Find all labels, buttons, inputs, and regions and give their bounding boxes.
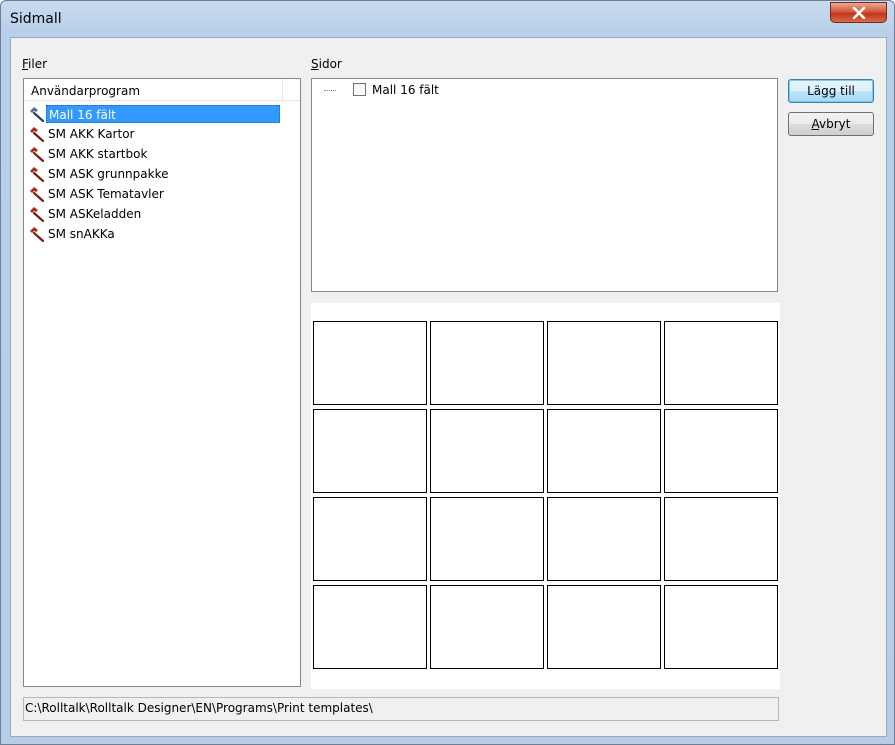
column-header-user-programs[interactable]: Användarprogram bbox=[24, 79, 283, 100]
list-item-label: SM ASKeladden bbox=[48, 207, 142, 221]
list-header: Användarprogram bbox=[24, 79, 300, 101]
hammer-icon bbox=[30, 107, 45, 122]
preview-cell bbox=[547, 321, 661, 405]
list-item[interactable]: SM ASKeladden bbox=[29, 205, 281, 223]
preview-cell bbox=[430, 585, 544, 669]
add-button[interactable]: Lägg till bbox=[788, 79, 874, 103]
list-item-label: SM ASK grunnpakke bbox=[48, 167, 169, 181]
preview-cell bbox=[313, 497, 427, 581]
preview-cell bbox=[547, 409, 661, 493]
page-checkbox[interactable] bbox=[353, 83, 366, 96]
dialog-window: Sidmall Filer Användarprogram Mall 16 fä… bbox=[0, 0, 895, 745]
hammer-icon bbox=[30, 167, 45, 182]
preview-cell bbox=[664, 497, 778, 581]
hammer-icon bbox=[30, 127, 45, 142]
dialog-body: Filer Användarprogram Mall 16 fält SM AKK… bbox=[10, 37, 887, 737]
preview-cell bbox=[664, 409, 778, 493]
list-item[interactable]: SM AKK startbok bbox=[29, 145, 281, 163]
preview-cell bbox=[313, 585, 427, 669]
list-item[interactable]: SM ASK Tematavler bbox=[29, 185, 281, 203]
list-item-label: SM ASK Tematavler bbox=[48, 187, 164, 201]
preview-cell bbox=[664, 321, 778, 405]
hammer-icon bbox=[30, 207, 45, 222]
list-item-label: SM AKK Kartor bbox=[48, 127, 135, 141]
list-item[interactable]: SM snAKKa bbox=[29, 225, 281, 243]
window-title: Sidmall bbox=[10, 11, 62, 27]
pages-tree[interactable]: Mall 16 fält bbox=[311, 78, 778, 292]
list-item[interactable]: SM ASK grunnpakke bbox=[29, 165, 281, 183]
tree-connector bbox=[324, 90, 336, 91]
list-item[interactable]: Mall 16 fält bbox=[29, 105, 281, 123]
pages-label: Sidor bbox=[311, 57, 342, 71]
preview-cell bbox=[430, 409, 544, 493]
cancel-button[interactable]: Avbryt bbox=[788, 112, 874, 136]
hammer-icon bbox=[30, 187, 45, 202]
page-preview bbox=[311, 303, 780, 689]
tree-item-label[interactable]: Mall 16 fält bbox=[372, 83, 439, 97]
list-item-label: SM snAKKa bbox=[48, 227, 115, 241]
preview-cell bbox=[664, 585, 778, 669]
preview-cell bbox=[313, 321, 427, 405]
preview-cell bbox=[430, 321, 544, 405]
close-icon bbox=[852, 6, 865, 19]
files-label: Filer bbox=[22, 57, 48, 71]
close-button[interactable] bbox=[830, 2, 887, 23]
list-item-label: SM AKK startbok bbox=[48, 147, 148, 161]
preview-cell bbox=[547, 585, 661, 669]
preview-cell bbox=[430, 497, 544, 581]
hammer-icon bbox=[30, 147, 45, 162]
files-list[interactable]: Användarprogram Mall 16 fält SM AKK Karto… bbox=[23, 78, 301, 687]
list-item-label: Mall 16 fält bbox=[46, 105, 280, 123]
title-bar[interactable]: Sidmall bbox=[1, 1, 894, 37]
preview-cell bbox=[547, 497, 661, 581]
hammer-icon bbox=[30, 227, 45, 242]
list-item[interactable]: SM AKK Kartor bbox=[29, 125, 281, 143]
preview-cell bbox=[313, 409, 427, 493]
path-display: C:\Rolltalk\Rolltalk Designer\EN\Program… bbox=[23, 697, 779, 721]
